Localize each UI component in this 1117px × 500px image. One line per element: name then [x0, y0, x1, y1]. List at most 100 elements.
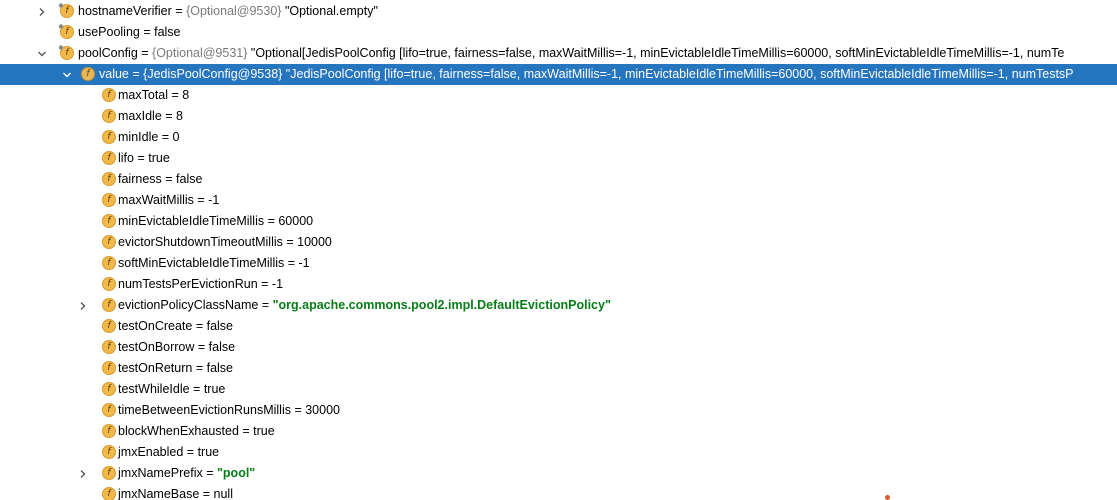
field-icon-letter: f: [102, 193, 116, 207]
debugger-variables-tree[interactable]: f hostnameVerifier = {Optional@9530} "Opt…: [0, 0, 1117, 500]
chevron-right-icon[interactable]: [76, 295, 90, 316]
tree-row[interactable]: f jmxNamePrefix = "pool": [0, 463, 1117, 484]
tree-row[interactable]: f evictionPolicyClassName = "org.apache.c…: [0, 295, 1117, 316]
field-icon: f: [102, 88, 117, 103]
tree-row-selected[interactable]: f value = {JedisPoolConfig@9538} "JedisPo…: [0, 64, 1117, 85]
variable-entry: evictionPolicyClassName = "org.apache.co…: [118, 295, 611, 316]
field-icon-letter: f: [102, 487, 116, 500]
field-icon-letter: f: [102, 151, 116, 165]
equals-sign: =: [183, 445, 198, 459]
field-icon: f: [102, 172, 117, 187]
tree-row[interactable]: f softMinEvictableIdleTimeMillis = -1: [0, 253, 1117, 274]
field-icon-letter: f: [102, 340, 116, 354]
variable-entry: usePooling = false: [78, 22, 181, 43]
tree-row[interactable]: f jmxNameBase = null: [0, 484, 1117, 500]
variable-value: "JedisPoolConfig [lifo=true, fairness=fa…: [282, 67, 1074, 81]
field-icon: f: [102, 193, 117, 208]
tree-row[interactable]: f evictorShutdownTimeoutMillis = 10000: [0, 232, 1117, 253]
variable-name: fairness: [118, 172, 162, 186]
tree-row[interactable]: f poolConfig = {Optional@9531} "Optional[…: [0, 43, 1117, 64]
variable-value: "Optional[JedisPoolConfig [lifo=true, fa…: [247, 46, 1065, 60]
variable-name: jmxNameBase: [118, 487, 200, 500]
equals-sign: =: [189, 382, 204, 396]
field-icon: f: [102, 277, 117, 292]
equals-sign: =: [161, 109, 177, 123]
tree-row[interactable]: f numTestsPerEvictionRun = -1: [0, 274, 1117, 295]
variable-entry: softMinEvictableIdleTimeMillis = -1: [118, 253, 310, 274]
variable-value: "pool": [217, 466, 256, 480]
equals-sign: =: [258, 298, 273, 312]
equals-sign: =: [264, 214, 279, 228]
variable-value: 10000: [297, 235, 332, 249]
tree-row[interactable]: f testOnCreate = false: [0, 316, 1117, 337]
variable-entry: poolConfig = {Optional@9531} "Optional[J…: [78, 43, 1064, 64]
tree-row[interactable]: f usePooling = false: [0, 22, 1117, 43]
variable-entry: maxWaitMillis = -1: [118, 190, 219, 211]
variable-value: true: [197, 445, 220, 459]
tree-row[interactable]: f lifo = true: [0, 148, 1117, 169]
variable-entry: evictorShutdownTimeoutMillis = 10000: [118, 232, 332, 253]
equals-sign: =: [199, 487, 214, 500]
field-icon: f: [81, 67, 96, 82]
variable-name: timeBetweenEvictionRunsMillis: [118, 403, 291, 417]
chevron-right-icon[interactable]: [35, 1, 49, 22]
variable-name: minIdle: [118, 130, 159, 144]
tree-row[interactable]: f blockWhenExhausted = true: [0, 421, 1117, 442]
variable-name: value: [99, 67, 129, 81]
field-pinned-icon: f: [58, 24, 75, 40]
equals-sign: =: [171, 4, 187, 18]
equals-sign: =: [194, 340, 209, 354]
variable-entry: fairness = false: [118, 169, 202, 190]
tree-row[interactable]: f minIdle = 0: [0, 127, 1117, 148]
chevron-down-icon[interactable]: [60, 64, 74, 85]
field-icon: f: [102, 403, 117, 418]
tree-row[interactable]: f maxIdle = 8: [0, 106, 1117, 127]
variable-name: blockWhenExhausted: [118, 424, 239, 438]
equals-sign: =: [139, 25, 155, 39]
variable-value: true: [253, 424, 275, 438]
variable-name: numTestsPerEvictionRun: [118, 277, 258, 291]
variable-value: false: [208, 340, 236, 354]
tree-row[interactable]: f fairness = false: [0, 169, 1117, 190]
tree-row[interactable]: f maxWaitMillis = -1: [0, 190, 1117, 211]
field-icon-letter: f: [81, 67, 95, 81]
object-reference: {JedisPoolConfig@9538}: [143, 67, 283, 81]
variable-entry: value = {JedisPoolConfig@9538} "JedisPoo…: [99, 64, 1074, 85]
variable-name: maxTotal: [118, 88, 169, 102]
equals-sign: =: [193, 193, 209, 207]
variable-entry: lifo = true: [118, 148, 170, 169]
tree-row[interactable]: f testOnReturn = false: [0, 358, 1117, 379]
variable-entry: testWhileIdle = true: [118, 379, 225, 400]
field-icon: f: [102, 214, 117, 229]
variable-name: testOnCreate: [118, 319, 193, 333]
variable-value: false: [176, 172, 203, 186]
variable-entry: minEvictableIdleTimeMillis = 60000: [118, 211, 313, 232]
chevron-down-icon[interactable]: [35, 43, 49, 64]
field-icon-letter: f: [102, 361, 116, 375]
tree-row[interactable]: f timeBetweenEvictionRunsMillis = 30000: [0, 400, 1117, 421]
field-icon: f: [102, 235, 117, 250]
field-icon: f: [102, 256, 117, 271]
tree-row[interactable]: f maxTotal = 8: [0, 85, 1117, 106]
equals-sign: =: [284, 256, 299, 270]
tree-row[interactable]: f jmxEnabled = true: [0, 442, 1117, 463]
variable-entry: jmxNameBase = null: [118, 484, 233, 500]
tree-row[interactable]: f testWhileIdle = true: [0, 379, 1117, 400]
field-icon-letter: f: [102, 277, 116, 291]
variable-name: maxWaitMillis: [118, 193, 194, 207]
cursor-indicator: [885, 495, 890, 500]
variable-value: "org.apache.commons.pool2.impl.DefaultEv…: [272, 298, 611, 312]
field-icon-letter: f: [102, 382, 116, 396]
tree-row[interactable]: f testOnBorrow = false: [0, 337, 1117, 358]
tree-row[interactable]: f minEvictableIdleTimeMillis = 60000: [0, 211, 1117, 232]
variable-name: lifo: [118, 151, 134, 165]
variable-value: 8: [176, 109, 183, 123]
variable-value: true: [203, 382, 226, 396]
tree-row[interactable]: f hostnameVerifier = {Optional@9530} "Opt…: [0, 1, 1117, 22]
field-icon-letter: f: [102, 130, 116, 144]
chevron-right-icon[interactable]: [76, 463, 90, 484]
variable-value: 30000: [305, 403, 340, 417]
equals-sign: =: [238, 424, 254, 438]
equals-sign: =: [161, 172, 177, 186]
variable-value: true: [148, 151, 170, 165]
